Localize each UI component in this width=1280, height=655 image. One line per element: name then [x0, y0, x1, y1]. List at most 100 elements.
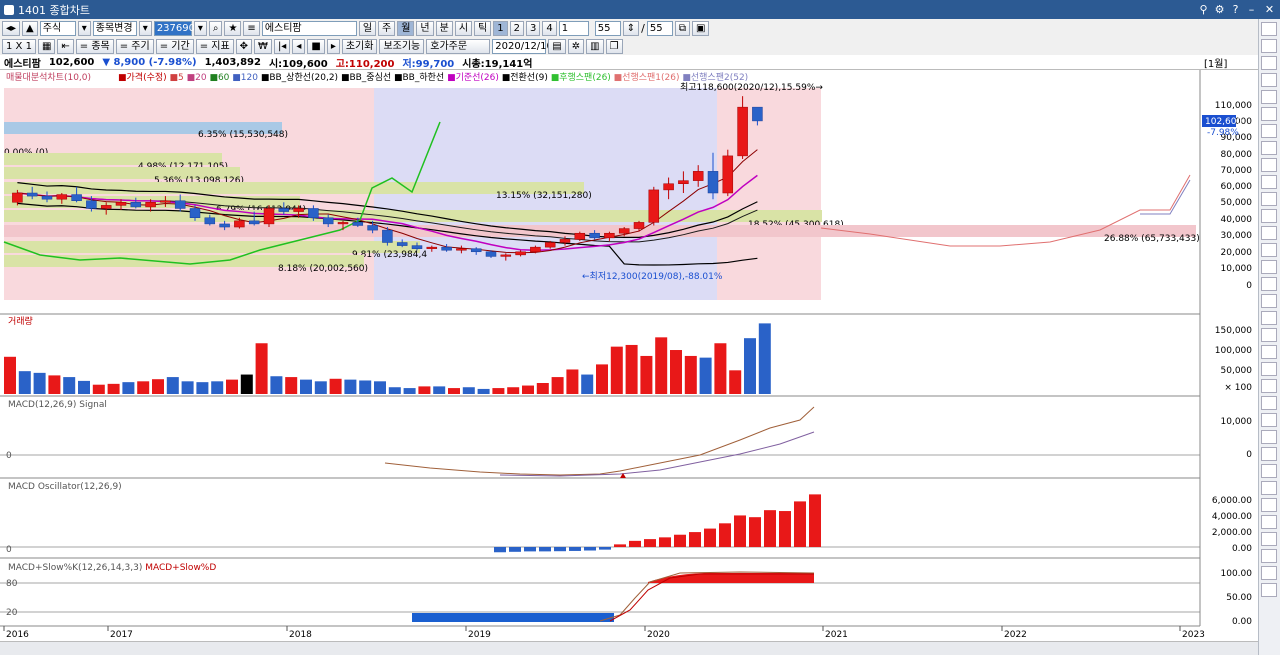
- volume-bar: [181, 381, 194, 394]
- date-input[interactable]: 2020/12/10: [492, 38, 553, 54]
- drawing-tool-icon[interactable]: [1261, 56, 1277, 70]
- drawing-tool-icon[interactable]: [1261, 243, 1277, 257]
- drawing-tool-icon[interactable]: [1261, 345, 1277, 359]
- market-select[interactable]: 주식: [39, 20, 76, 36]
- item-button[interactable]: = 종목: [75, 38, 114, 54]
- drawing-tool-icon[interactable]: [1261, 22, 1277, 36]
- settings-icon[interactable]: ✲: [567, 38, 585, 54]
- new-window-icon[interactable]: ⧉: [674, 20, 690, 36]
- won-icon[interactable]: ₩: [254, 38, 272, 54]
- stop-icon[interactable]: ■: [307, 38, 325, 54]
- drawing-tool-icon[interactable]: [1261, 583, 1277, 597]
- minimize-icon[interactable]: –: [1244, 2, 1259, 17]
- count-input[interactable]: 55: [594, 20, 621, 36]
- move-icon[interactable]: ✥: [235, 38, 253, 54]
- drawing-tool-icon[interactable]: [1261, 124, 1277, 138]
- drawing-tool-icon[interactable]: [1261, 396, 1277, 410]
- drawing-tool-icon[interactable]: [1261, 413, 1277, 427]
- close-icon[interactable]: ✕: [1262, 2, 1277, 17]
- legend-item: ■선행스팬1(26): [611, 71, 680, 83]
- drawing-tool-icon[interactable]: [1261, 90, 1277, 104]
- volume-bar: [78, 380, 90, 394]
- drawing-tool-icon[interactable]: [1261, 141, 1277, 155]
- search-icon[interactable]: ⌕: [208, 20, 223, 36]
- list-icon[interactable]: ≡: [243, 20, 260, 36]
- save-icon[interactable]: ▣: [691, 20, 710, 36]
- layout-button[interactable]: 1 X 1: [2, 38, 36, 54]
- period-year[interactable]: 년: [416, 20, 434, 36]
- aux-button[interactable]: 보조기능: [379, 38, 425, 54]
- drawing-tool-icon[interactable]: [1261, 566, 1277, 580]
- up-icon[interactable]: ▲: [22, 20, 38, 36]
- drawing-tool-icon[interactable]: [1261, 294, 1277, 308]
- order-button[interactable]: 호가주문: [426, 38, 491, 54]
- drawing-tool-icon[interactable]: [1261, 192, 1277, 206]
- drawing-tool-icon[interactable]: [1261, 532, 1277, 546]
- candle-body: [382, 229, 393, 243]
- market-dropdown-icon[interactable]: ▾: [77, 20, 91, 36]
- drawing-tool-icon[interactable]: [1261, 328, 1277, 342]
- arrows-icon[interactable]: ⇤: [57, 38, 74, 54]
- drawing-tool-icon[interactable]: [1261, 39, 1277, 53]
- candle-body: [145, 202, 156, 208]
- num-1[interactable]: 1: [493, 20, 508, 36]
- info-bar: 에스티팜 102,600 ▼ 8,900 (-7.98%) 1,403,892 …: [0, 55, 1258, 70]
- drawing-tool-icon[interactable]: [1261, 464, 1277, 478]
- drawing-tool-icon[interactable]: [1261, 226, 1277, 240]
- legend-item: ■120: [229, 73, 258, 83]
- period-month[interactable]: 월: [397, 20, 415, 36]
- drawing-tool-icon[interactable]: [1261, 498, 1277, 512]
- code-input[interactable]: 237690: [153, 20, 195, 36]
- link-icon[interactable]: ⚙: [1212, 2, 1227, 17]
- init-button[interactable]: 초기화: [341, 38, 378, 54]
- period-day[interactable]: 일: [358, 20, 377, 36]
- bottom-scrollbar[interactable]: [0, 641, 1258, 655]
- cycle-button[interactable]: = 주기: [115, 38, 154, 54]
- info-high: 고:110,200: [335, 58, 395, 70]
- drawing-tool-icon[interactable]: [1261, 277, 1277, 291]
- num-3[interactable]: 3: [525, 20, 541, 36]
- drawing-tool-icon[interactable]: [1261, 311, 1277, 325]
- drawing-tool-icon[interactable]: [1261, 107, 1277, 121]
- nav-icon[interactable]: ◂▸: [2, 20, 21, 36]
- grid-icon[interactable]: ▦: [37, 38, 56, 54]
- drawing-tool-icon[interactable]: [1261, 515, 1277, 529]
- interval-input[interactable]: 1: [558, 20, 589, 36]
- drawing-tool-icon[interactable]: [1261, 430, 1277, 444]
- favorite-icon[interactable]: ★: [224, 20, 242, 36]
- period-hour[interactable]: 시: [454, 20, 473, 36]
- change-symbol-select[interactable]: 종목변경: [92, 20, 137, 36]
- pin-icon[interactable]: ⚲: [1196, 2, 1211, 17]
- drawing-tool-icon[interactable]: [1261, 379, 1277, 393]
- legend-item: ■전환선(9): [499, 71, 548, 83]
- drawing-tool-icon[interactable]: [1261, 175, 1277, 189]
- indicator-button[interactable]: = 지표: [195, 38, 234, 54]
- drawing-tool-icon[interactable]: [1261, 481, 1277, 495]
- first-icon[interactable]: |◂: [273, 38, 291, 54]
- period-tick[interactable]: 틱: [474, 20, 492, 36]
- symbol-dropdown-icon[interactable]: ▾: [138, 20, 152, 36]
- num-4[interactable]: 4: [542, 20, 557, 36]
- candle-body: [544, 242, 556, 248]
- range-button[interactable]: = 기간: [155, 38, 194, 54]
- help-icon[interactable]: ?: [1228, 2, 1243, 17]
- copy-icon[interactable]: ❐: [605, 38, 623, 54]
- print-icon[interactable]: ▥: [586, 38, 604, 54]
- chart-svg[interactable]: 6.35% (15,530,548)0.00% (0)4.98% (12,171…: [0, 70, 1258, 641]
- code-dropdown-icon[interactable]: ▾: [193, 20, 207, 36]
- drawing-tool-icon[interactable]: [1261, 549, 1277, 563]
- drawing-tool-icon[interactable]: [1261, 158, 1277, 172]
- next-icon[interactable]: ▸: [326, 38, 340, 54]
- prev-icon[interactable]: ◂: [292, 38, 306, 54]
- period-minute[interactable]: 분: [435, 20, 453, 36]
- calendar-icon[interactable]: ▤: [548, 38, 566, 54]
- period-week[interactable]: 주: [378, 20, 396, 36]
- drawing-tool-icon[interactable]: [1261, 260, 1277, 274]
- drawing-tool-icon[interactable]: [1261, 73, 1277, 87]
- drawing-tool-icon[interactable]: [1261, 362, 1277, 376]
- num-2[interactable]: 2: [509, 20, 524, 36]
- drawing-tool-icon[interactable]: [1261, 209, 1277, 223]
- drawing-tool-icon[interactable]: [1261, 447, 1277, 461]
- count-stepper-icon[interactable]: ⇕: [622, 20, 640, 36]
- chart-panel[interactable]: 6.35% (15,530,548)0.00% (0)4.98% (12,171…: [0, 70, 1258, 641]
